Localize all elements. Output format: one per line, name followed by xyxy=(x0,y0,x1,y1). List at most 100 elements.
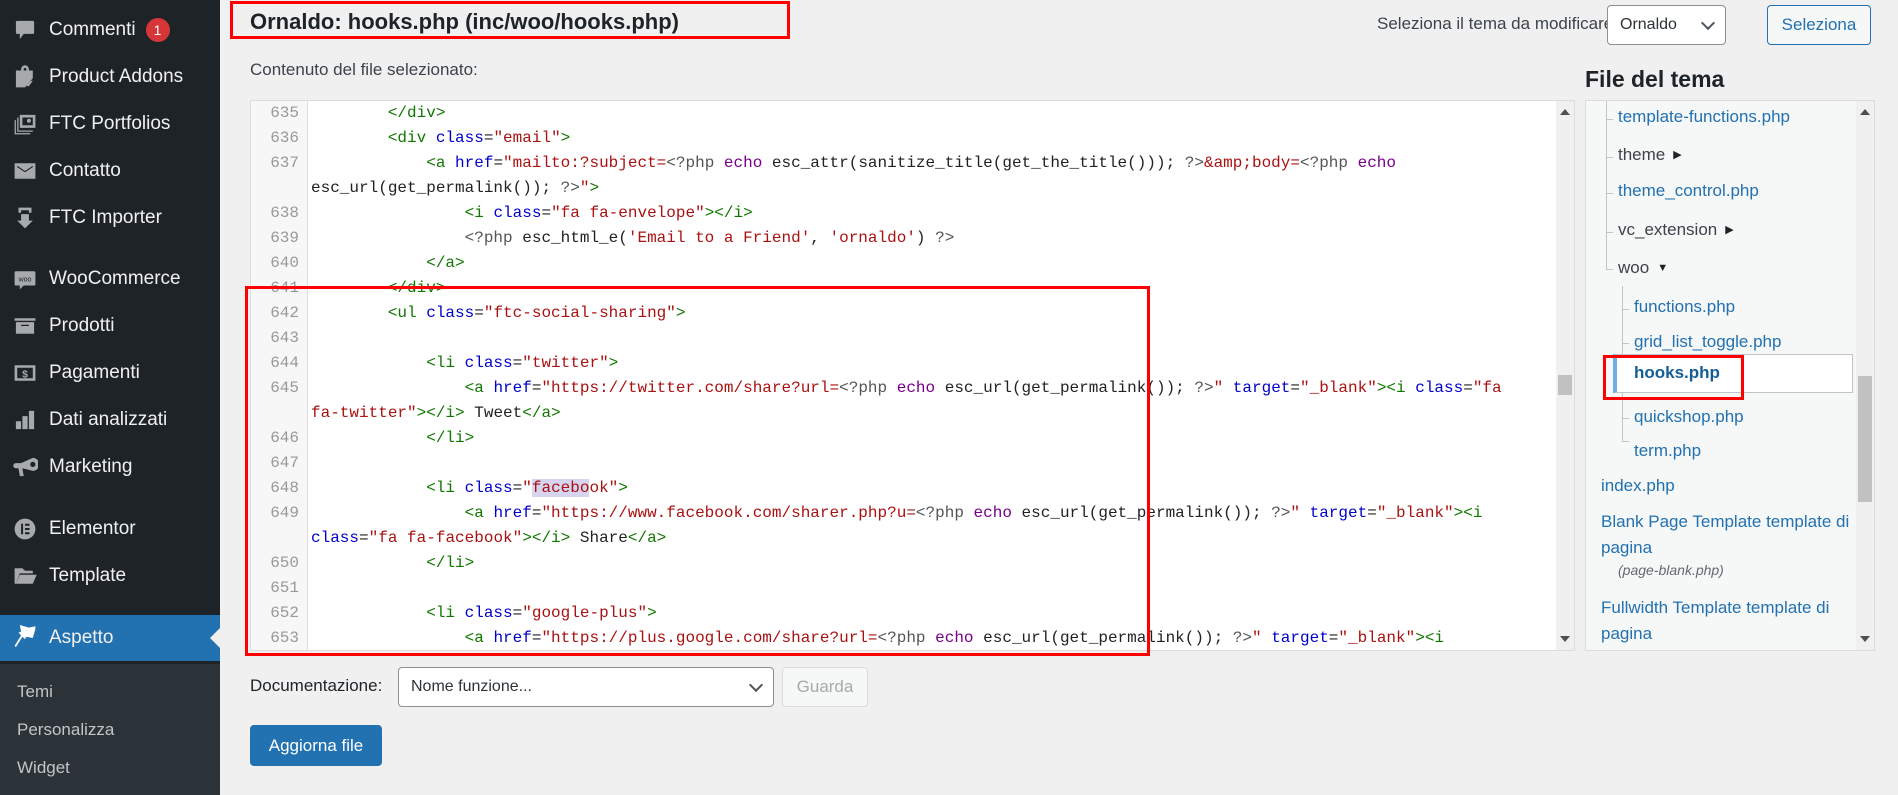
code-token-p: = xyxy=(483,129,494,147)
code-token-p: esc_html_e( xyxy=(522,229,628,247)
tree-file-term[interactable]: term.php xyxy=(1634,441,1701,461)
editor-scrollbar[interactable] xyxy=(1556,101,1574,650)
code-line[interactable]: 638 <i class="fa fa-envelope"></i> xyxy=(251,201,1566,226)
sidebar-item-elementor[interactable]: Elementor xyxy=(0,509,220,549)
sidebar-item-dati-analizzati[interactable]: Dati analizzati xyxy=(0,400,220,440)
code-token-p: = xyxy=(512,604,523,622)
submenu-item-temi[interactable]: Temi xyxy=(17,682,53,702)
sidebar-item-label: Pagamenti xyxy=(49,362,140,383)
sidebar-item-label: Dati analizzati xyxy=(49,409,168,430)
sidebar-item-label: Marketing xyxy=(49,456,133,477)
scroll-up-icon[interactable] xyxy=(1560,109,1570,115)
sidebar-item-ftc-importer[interactable]: FTC Importer xyxy=(0,198,220,238)
code-line[interactable]: 637 <a href="mailto:?subject=<?php echo … xyxy=(251,151,1566,176)
code-line[interactable]: 643 xyxy=(251,326,1566,351)
code-line[interactable]: 636 <div class="email"> xyxy=(251,126,1566,151)
tree-file-blank-page-template[interactable]: Blank Page Template template di pagina xyxy=(1601,509,1851,561)
code-line[interactable]: 653 <a href="https://plus.google.com/sha… xyxy=(251,626,1566,650)
update-file-button[interactable]: Aggiorna file xyxy=(250,725,382,766)
sidebar-item-product-addons[interactable]: Product Addons xyxy=(0,57,220,97)
sidebar-item-commenti[interactable]: Commenti 1 xyxy=(0,10,220,50)
tree-folder-woo[interactable]: woo ▼ xyxy=(1618,258,1668,278)
code-line[interactable]: 635 </div> xyxy=(251,101,1566,126)
code-line[interactable]: 648 <li class="facebook"> xyxy=(251,476,1566,501)
code-line[interactable]: 644 <li class="twitter"> xyxy=(251,351,1566,376)
file-tree-scrollbar-thumb[interactable] xyxy=(1858,376,1872,502)
tree-file-theme-control[interactable]: theme_control.php xyxy=(1618,181,1759,201)
sidebar-item-ftc-portfolios[interactable]: FTC Portfolios xyxy=(0,104,220,144)
documentation-label: Documentazione: xyxy=(250,676,383,695)
code-text: <?php esc_html_e('Email to a Friend', 'o… xyxy=(311,226,955,251)
submenu-item-widget[interactable]: Widget xyxy=(17,758,70,778)
code-line[interactable]: 651 xyxy=(251,576,1566,601)
code-token-meta: <?php xyxy=(839,379,897,397)
lookup-button[interactable]: Guarda xyxy=(782,667,868,707)
sidebar-item-marketing[interactable]: Marketing xyxy=(0,447,220,487)
code-token-attr: class xyxy=(311,529,360,547)
code-token-attr: class xyxy=(1415,379,1464,397)
code-token-str: "fa fa-facebook" xyxy=(368,529,523,547)
submenu-item-personalizza[interactable]: Personalizza xyxy=(17,720,114,740)
code-line[interactable]: 652 <li class="google-plus"> xyxy=(251,601,1566,626)
code-line-continuation[interactable]: fa-twitter"></i> Tweet</a> xyxy=(251,401,1566,426)
code-token-tag: </a> xyxy=(426,254,465,272)
sidebar-item-aspetto[interactable]: Aspetto xyxy=(0,615,220,661)
code-token-attr: href xyxy=(493,504,532,522)
code-line[interactable]: 646 </li> xyxy=(251,426,1566,451)
select-theme-button[interactable]: Seleziona xyxy=(1767,5,1871,45)
code-token-tag: ><i xyxy=(1415,629,1445,647)
sidebar-item-prodotti[interactable]: Prodotti xyxy=(0,306,220,346)
tree-guide-line xyxy=(1606,232,1613,233)
theme-select-value: Ornaldo xyxy=(1620,16,1677,33)
tree-file-fullwidth-template[interactable]: Fullwidth Template template di pagina xyxy=(1601,595,1856,647)
code-line[interactable]: 642 <ul class="ftc-social-sharing"> xyxy=(251,301,1566,326)
line-number: 650 xyxy=(270,554,299,572)
sidebar-item-contatto[interactable]: Contatto xyxy=(0,151,220,191)
tree-file-hooks-current[interactable]: hooks.php xyxy=(1634,363,1720,383)
caret-right-icon: ▶ xyxy=(1673,149,1682,161)
aspetto-submenu: Temi Personalizza Widget xyxy=(0,664,220,795)
sidebar-item-label: Product Addons xyxy=(49,66,184,87)
code-line-continuation[interactable]: class="fa fa-facebook"></i> Share</a> xyxy=(251,526,1566,551)
code-token-attr: class xyxy=(464,604,513,622)
theme-files-title: File del tema xyxy=(1585,66,1725,92)
code-token-p xyxy=(311,154,426,172)
tree-folder-theme[interactable]: theme ▶ xyxy=(1618,145,1682,165)
code-token-str: 'ornaldo' xyxy=(829,229,916,247)
code-token-p xyxy=(311,204,465,222)
code-token-tag: <li xyxy=(426,604,465,622)
code-line[interactable]: 645 <a href="https://twitter.com/share?u… xyxy=(251,376,1566,401)
code-text: fa-twitter"></i> Tweet</a> xyxy=(311,401,561,426)
code-token-str: 'Email to a Friend' xyxy=(627,229,811,247)
scroll-down-icon[interactable] xyxy=(1860,636,1870,642)
code-text: </div> xyxy=(311,101,446,126)
code-line[interactable]: 650 </li> xyxy=(251,551,1566,576)
code-line[interactable]: 640 </a> xyxy=(251,251,1566,276)
line-number: 645 xyxy=(270,379,299,397)
tree-file-template-functions[interactable]: template-functions.php xyxy=(1618,107,1790,127)
code-line[interactable]: 641 </div> xyxy=(251,276,1566,301)
code-line[interactable]: 649 <a href="https://www.facebook.com/sh… xyxy=(251,501,1566,526)
sidebar-item-pagamenti[interactable]: $ Pagamenti xyxy=(0,353,220,393)
theme-select[interactable]: Ornaldo xyxy=(1607,5,1726,45)
code-token-str: ok" xyxy=(589,479,619,497)
function-name-select[interactable]: Nome funzione... xyxy=(398,667,774,707)
sidebar-item-template[interactable]: Template xyxy=(0,556,220,596)
code-token-p: ) xyxy=(915,229,936,247)
tree-file-index[interactable]: index.php xyxy=(1601,476,1675,496)
code-line[interactable]: 639 <?php esc_html_e('Email to a Friend'… xyxy=(251,226,1566,251)
code-line-continuation[interactable]: esc_url(get_permalink()); ?>"> xyxy=(251,176,1566,201)
scroll-up-icon[interactable] xyxy=(1860,109,1870,115)
tree-file-grid-list-toggle[interactable]: grid_list_toggle.php xyxy=(1634,332,1781,352)
code-token-p: = xyxy=(512,479,523,497)
code-token-kw: echo xyxy=(896,379,936,397)
scroll-down-icon[interactable] xyxy=(1560,636,1570,642)
editor-scrollbar-thumb[interactable] xyxy=(1558,375,1572,395)
sidebar-item-woocommerce[interactable]: woo WooCommerce xyxy=(0,259,220,299)
tree-file-functions[interactable]: functions.php xyxy=(1634,297,1735,317)
tree-folder-vc-extension[interactable]: vc_extension ▶ xyxy=(1618,220,1734,240)
code-line[interactable]: 647 xyxy=(251,451,1566,476)
tree-file-quickshop[interactable]: quickshop.php xyxy=(1634,407,1744,427)
file-tree-scrollbar[interactable] xyxy=(1856,101,1874,650)
code-editor[interactable]: 635 </div> 636 <div class="email"> 637 <a … xyxy=(250,100,1575,651)
